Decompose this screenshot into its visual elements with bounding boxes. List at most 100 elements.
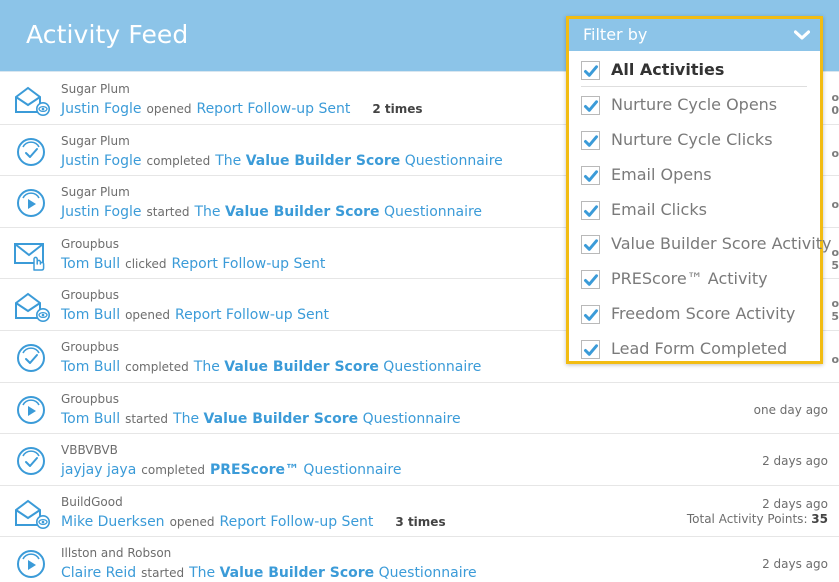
checkmark-icon (584, 239, 598, 252)
filter-checkbox[interactable] (581, 200, 600, 220)
clipped-text-fragment: o (831, 245, 839, 259)
filter-dropdown: Filter by All Activities Nurture Cycle Op… (566, 16, 831, 367)
person-link[interactable]: Claire Reid (61, 565, 136, 581)
activity-link[interactable]: Report Follow-up Sent (196, 101, 350, 117)
activity-text: The (194, 204, 225, 221)
filter-checkbox[interactable] (581, 95, 600, 115)
filter-checkbox[interactable] (581, 305, 600, 325)
filter-checkbox[interactable] (581, 340, 600, 360)
clipped-text-fragment: o (831, 198, 839, 212)
person-link[interactable]: Justin Fogle (61, 101, 142, 117)
person-link[interactable]: Tom Bull (61, 307, 120, 323)
completed-check-icon (12, 342, 50, 374)
checkmark-icon (584, 344, 598, 356)
activity-link[interactable]: Report Follow-up Sent (171, 256, 325, 272)
company-name: Groupbus (61, 288, 120, 303)
filter-option[interactable]: Email Clicks (569, 193, 820, 228)
company-name: VBBVBVB (61, 443, 118, 458)
filter-option[interactable]: PREScore™ Activity (569, 262, 820, 297)
filter-checkbox[interactable] (581, 235, 600, 255)
activity-text-rest: Questionnaire (374, 565, 477, 582)
person-link[interactable]: Justin Fogle (61, 153, 142, 169)
activity-text: Report Follow-up Sent (171, 255, 326, 272)
filter-option[interactable]: Nurture Cycle Opens (569, 88, 820, 123)
completed-check-icon (12, 136, 50, 168)
checkmark-icon (584, 274, 598, 287)
filter-checkbox[interactable] (581, 270, 600, 290)
activity-text-rest: Questionnaire (378, 358, 482, 375)
person-link[interactable]: Tom Bull (61, 411, 120, 427)
activity-link[interactable]: The Value Builder Score Questionnaire (194, 359, 482, 375)
activity-text: The (193, 358, 225, 375)
activity-line: Tom Bull clicked Report Follow-up Sent (61, 253, 325, 272)
activity-text: The (189, 565, 220, 582)
person-link[interactable]: Justin Fogle (61, 204, 142, 220)
activity-line: Tom Bull opened Report Follow-up Sent (61, 304, 329, 323)
activity-text-rest: Questionnaire (358, 410, 461, 427)
completed-check-icon (12, 445, 50, 477)
filter-option[interactable]: Nurture Cycle Clicks (569, 123, 820, 158)
company-name: Groupbus (61, 391, 120, 406)
activity-link[interactable]: Report Follow-up Sent (220, 514, 374, 530)
filter-option[interactable]: Lead Form Completed (569, 332, 820, 367)
activity-link[interactable]: PREScore™ Questionnaire (210, 462, 402, 478)
filter-option[interactable]: All Activities (569, 53, 820, 88)
activity-line: jayjay jaya completed PREScore™ Questionna… (61, 459, 401, 478)
activity-link[interactable]: Report Follow-up Sent (175, 307, 329, 323)
activity-time: 2 days ago (762, 557, 828, 571)
activity-verb: opened (125, 308, 171, 323)
filter-option-label: Value Builder Score Activity (611, 234, 832, 254)
activity-text-bold: Value Builder Score (219, 565, 375, 582)
filter-option-label: Nurture Cycle Opens (611, 94, 778, 114)
activity-text: Report Follow-up Sent (175, 307, 329, 324)
activity-text-rest: Questionnaire (379, 204, 483, 221)
clipped-text-fragment: 5 (831, 258, 839, 272)
activity-link[interactable]: The Value Builder Score Questionnaire (194, 204, 482, 220)
activity-verb: started (141, 566, 185, 581)
started-play-icon (12, 394, 50, 426)
company-name: Sugar Plum (61, 185, 130, 200)
company-name: Illston and Robson (61, 546, 172, 561)
filter-option[interactable]: Value Builder Score Activity (569, 227, 831, 262)
time-text: 2 days ago (762, 496, 828, 511)
clipped-text-fragment: o (831, 91, 839, 104)
filter-option[interactable]: Email Opens (569, 158, 820, 193)
activity-verb: opened (146, 102, 192, 116)
chevron-down-icon[interactable] (793, 28, 811, 42)
person-link[interactable]: Tom Bull (61, 256, 120, 272)
activity-verb: opened (169, 514, 215, 529)
person-link[interactable]: Mike Duerksen (61, 514, 165, 530)
checkmark-icon (584, 100, 598, 112)
feed-row: BuildGood Mike Duerksen opened Report Follo… (0, 486, 839, 538)
company-name: Sugar Plum (61, 82, 130, 96)
clipped-text-fragment: o (831, 297, 839, 311)
activity-count: 3 times (395, 514, 446, 529)
filter-option[interactable]: Freedom Score Activity (569, 297, 820, 332)
activity-time: one day ago (754, 403, 828, 417)
filter-checkbox[interactable] (581, 165, 600, 185)
activity-text-bold: PREScore™ (209, 462, 299, 479)
activity-link[interactable]: The Value Builder Score Questionnaire (189, 565, 477, 581)
person-link[interactable]: jayjay jaya (61, 462, 136, 478)
filter-checkbox[interactable] (581, 61, 600, 80)
activity-link[interactable]: The Value Builder Score Questionnaire (215, 153, 503, 169)
checkmark-icon (584, 65, 598, 77)
activity-line: Justin Fogle opened Report Follow-up Sent 2… (61, 98, 423, 117)
company-name: Sugar Plum (61, 133, 130, 148)
activity-time: 2 days ago Total Activity Points: 35 (687, 497, 828, 526)
filter-checkbox[interactable] (581, 130, 600, 150)
checkmark-icon (584, 309, 598, 322)
clipped-text-fragment: o (831, 146, 839, 160)
time-text: 2 days ago (762, 557, 828, 572)
activity-link[interactable]: The Value Builder Score Questionnaire (173, 411, 461, 427)
filter-label: Filter by (583, 25, 648, 44)
filter-divider (581, 86, 807, 87)
activity-verb: clicked (125, 256, 167, 271)
person-link[interactable]: Tom Bull (61, 359, 120, 375)
email-open-icon (12, 497, 50, 529)
clipped-text-fragment: 0 (831, 104, 839, 117)
filter-option-label: Freedom Score Activity (611, 304, 796, 324)
filter-dropdown-toggle[interactable]: Filter by (569, 19, 820, 51)
activity-verb: started (125, 411, 169, 426)
activity-text: Report Follow-up Sent (196, 101, 351, 117)
